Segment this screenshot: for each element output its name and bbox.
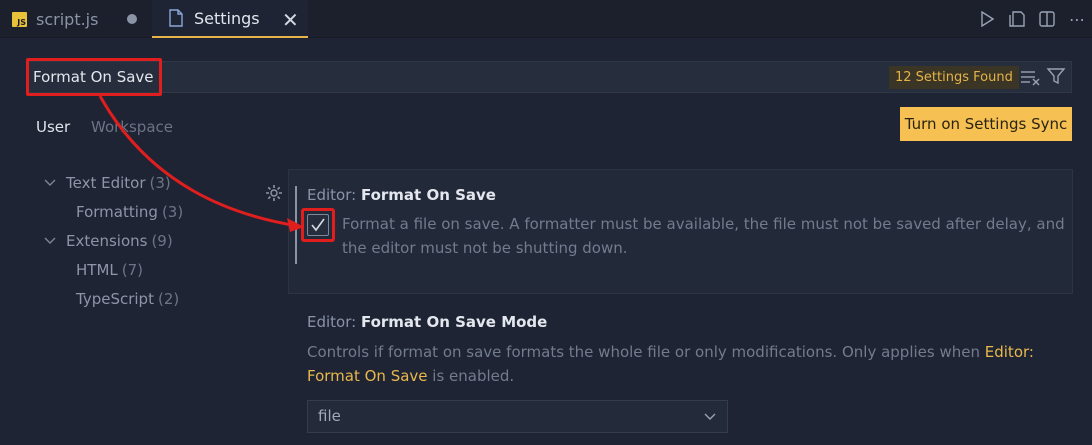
setting-link[interactable]: Format On Save — [307, 367, 428, 385]
split-editor-icon[interactable] — [1032, 0, 1062, 38]
turn-on-settings-sync-button[interactable]: Turn on Settings Sync — [900, 107, 1072, 141]
setting-description-line-2: Format On Save is enabled. — [307, 364, 514, 388]
run-icon[interactable] — [972, 0, 1002, 38]
modified-indicator — [295, 186, 297, 264]
checkbox-highlight-box — [301, 208, 335, 242]
setting-description-line-1: Controls if format on save formats the w… — [307, 340, 1034, 364]
toc-count: (3) — [161, 203, 184, 221]
open-file-icon[interactable] — [1002, 0, 1032, 38]
select-value: file — [318, 407, 341, 425]
tab-label: script.js — [36, 9, 99, 29]
tab-label: Settings — [194, 8, 260, 28]
toc-label: Formatting — [76, 203, 158, 221]
chevron-down-icon — [44, 176, 58, 190]
setting-description-line-1: Format a file on save. A formatter must … — [342, 215, 1065, 233]
toc-count: (2) — [157, 290, 180, 308]
unsaved-dot-icon[interactable] — [127, 14, 137, 24]
search-highlight-box — [26, 58, 162, 96]
toc-item-typescript[interactable]: TypeScript (2) — [76, 290, 179, 308]
setting-title: Editor: Format On Save Mode — [307, 313, 547, 331]
more-actions-icon[interactable]: ⋯ — [1062, 0, 1092, 38]
description-text: Controls if format on save formats the w… — [307, 343, 985, 361]
format-on-save-mode-select[interactable]: file — [307, 400, 728, 433]
filter-icon[interactable] — [1046, 66, 1066, 86]
tab-script-js[interactable]: JS script.js — [0, 0, 152, 38]
js-file-icon: JS — [12, 11, 27, 27]
toc-label: HTML — [76, 261, 118, 279]
tab-bar: JS script.js Settings ✕ ⋯ — [0, 0, 1092, 38]
file-icon — [168, 9, 184, 27]
setting-name: Format On Save — [360, 186, 496, 204]
toc-item-formatting[interactable]: Formatting (3) — [76, 203, 183, 221]
toc-item-extensions[interactable]: Extensions (9) — [44, 232, 173, 250]
close-icon[interactable]: ✕ — [282, 8, 299, 32]
setting-category: Editor: — [307, 313, 361, 331]
setting-description-line-2: the editor must not be shutting down. — [342, 239, 628, 257]
tab-settings[interactable]: Settings ✕ — [152, 0, 308, 38]
setting-name: Format On Save Mode — [360, 313, 548, 331]
chevron-down-icon — [704, 413, 716, 420]
tab-workspace[interactable]: Workspace — [91, 118, 173, 136]
chevron-down-icon — [44, 234, 58, 248]
clear-filter-icon[interactable] — [1019, 67, 1041, 87]
toc-item-text-editor[interactable]: Text Editor (3) — [44, 174, 171, 192]
toc-item-html[interactable]: HTML (7) — [76, 261, 143, 279]
gear-icon[interactable] — [264, 183, 284, 203]
toc-count: (7) — [121, 261, 143, 279]
toc-count: (9) — [151, 232, 173, 250]
setting-link[interactable]: Editor: — [985, 343, 1034, 361]
toc-label: TypeScript — [76, 290, 154, 308]
tab-user[interactable]: User — [36, 118, 70, 136]
setting-title: Editor: Format On Save — [307, 186, 496, 204]
description-text: is enabled. — [427, 367, 515, 385]
toc-label: Text Editor — [66, 174, 146, 192]
setting-category: Editor: — [307, 186, 361, 204]
editor-actions: ⋯ — [972, 0, 1092, 38]
toc-count: (3) — [149, 174, 171, 192]
results-count-badge: 12 Settings Found — [889, 66, 1019, 89]
toc-label: Extensions — [66, 232, 148, 250]
